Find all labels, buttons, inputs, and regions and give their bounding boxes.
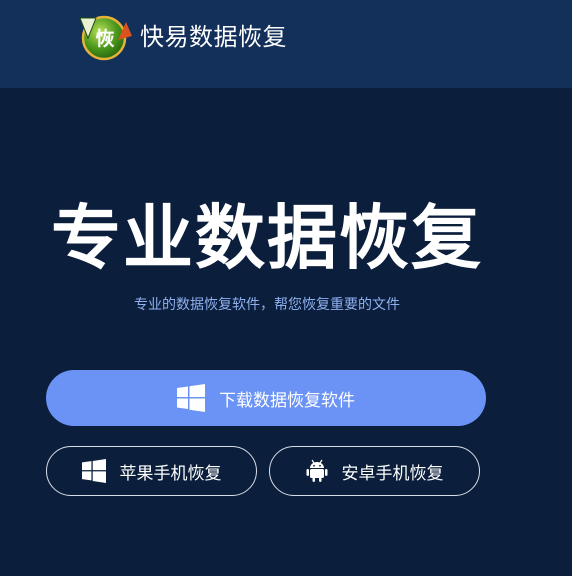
page: 恢 快易数据恢复 专业数据恢复 专业的数据恢复软件，帮您恢复重要的文件 下载数据… — [0, 0, 572, 576]
download-software-label: 下载数据恢复软件 — [219, 390, 355, 411]
recovery-logo-icon: 恢 — [74, 12, 136, 62]
apple-phone-recovery-button[interactable]: 苹果手机恢复 — [46, 446, 257, 496]
apple-phone-recovery-label: 苹果手机恢复 — [119, 463, 222, 484]
android-icon — [306, 459, 328, 483]
brand-logo-link[interactable]: 恢 快易数据恢复 — [74, 12, 287, 62]
hero-subtitle: 专业的数据恢复软件，帮您恢复重要的文件 — [134, 297, 400, 313]
brand-name: 快易数据恢复 — [140, 23, 287, 51]
android-phone-recovery-button[interactable]: 安卓手机恢复 — [269, 446, 480, 496]
download-software-button[interactable]: 下载数据恢复软件 — [46, 370, 486, 426]
windows-icon — [81, 459, 106, 483]
hero-title: 专业数据恢复 — [51, 197, 483, 279]
android-phone-recovery-label: 安卓手机恢复 — [341, 463, 444, 484]
windows-icon — [177, 384, 205, 412]
header: 恢 快易数据恢复 — [0, 0, 572, 88]
logo-glyph: 恢 — [95, 27, 114, 50]
